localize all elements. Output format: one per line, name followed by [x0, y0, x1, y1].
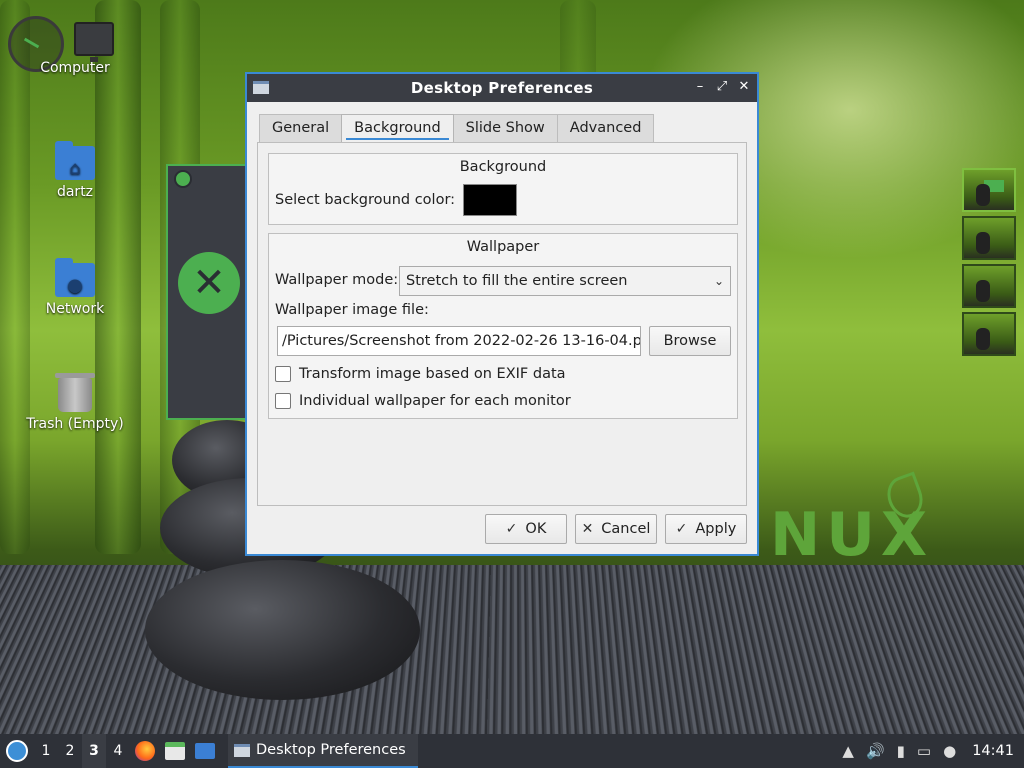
titlebar[interactable]: Desktop Preferences – ⤢ ✕: [247, 74, 757, 102]
clipboard-icon[interactable]: ▮: [897, 742, 905, 760]
color-label: Select background color:: [275, 192, 456, 208]
app-logo-icon: [174, 170, 192, 188]
wallpaper-mode-label: Wallpaper mode:: [275, 272, 399, 288]
window-title: Desktop Preferences: [410, 79, 594, 97]
tab-advanced[interactable]: Advanced: [556, 114, 655, 142]
desktop-preferences-dialog: Desktop Preferences – ⤢ ✕ General Backgr…: [245, 72, 759, 556]
background-color-button[interactable]: [463, 184, 518, 216]
desktop-icon-label: Computer: [40, 60, 110, 76]
updates-icon[interactable]: ▲: [842, 742, 854, 760]
window-app-icon: [234, 743, 250, 757]
notification-icon[interactable]: ●: [943, 742, 956, 760]
background-group: Background Select background color:: [268, 153, 738, 225]
close-icon[interactable]: ✕: [737, 79, 751, 95]
chevron-down-icon: ⌄: [713, 274, 724, 288]
network-folder-icon: ●: [55, 258, 95, 297]
workspace-3[interactable]: 3: [82, 734, 106, 768]
desktop-icon: [195, 743, 215, 759]
tab-bar: General Background Slide Show Advanced: [259, 114, 655, 142]
system-tray: ▲ 🔊 ▮ ▭ ● 14:41: [842, 742, 1024, 760]
desktop-icon-trash[interactable]: Trash (Empty): [20, 373, 130, 432]
workspace-2[interactable]: 2: [58, 743, 82, 759]
desktop-icon-label: Network: [45, 301, 105, 317]
cancel-button[interactable]: ✕ Cancel: [575, 514, 657, 544]
checkmark-icon: ✓: [675, 521, 688, 537]
desktop-icon-label: dartz: [56, 184, 94, 200]
taskbar: 1 2 3 4 Desktop Preferences ▲ 🔊 ▮ ▭ ● 14…: [0, 734, 1024, 768]
wallpaper-mode-value: Stretch to fill the entire screen: [406, 273, 628, 289]
per-monitor-label: Individual wallpaper for each monitor: [299, 393, 571, 409]
background-tab-panel: Background Select background color: Wall…: [257, 142, 747, 506]
maximize-icon[interactable]: ⤢: [715, 79, 729, 95]
show-desktop-button[interactable]: [191, 737, 219, 765]
apply-label: Apply: [695, 521, 737, 537]
wallpaper-group: Wallpaper Wallpaper mode: Stretch to fil…: [268, 233, 738, 419]
workspace-thumbnails: [962, 168, 1016, 360]
clock[interactable]: 14:41: [972, 743, 1014, 759]
background-window: ✕: [166, 164, 248, 420]
computer-icon: [74, 22, 114, 62]
firefox-icon: [135, 741, 155, 761]
desktop-icon-computer[interactable]: Computer: [20, 22, 130, 76]
cross-icon: ✕: [581, 521, 594, 537]
exif-label: Transform image based on EXIF data: [299, 366, 566, 382]
file-manager-icon: [165, 742, 185, 760]
wallpaper-brand-text: NUX: [770, 500, 934, 570]
per-monitor-checkbox[interactable]: [275, 393, 291, 409]
network-icon[interactable]: ▭: [917, 742, 931, 760]
wallpaper-file-value: /Pictures/Screenshot from 2022-02-26 13-…: [282, 333, 641, 349]
tab-general[interactable]: General: [259, 114, 343, 142]
window-app-icon: [253, 81, 269, 94]
desktop-icon-network[interactable]: ● Network: [20, 258, 130, 317]
task-label: Desktop Preferences: [256, 742, 406, 758]
tab-background[interactable]: Background: [341, 114, 454, 142]
cancel-label: Cancel: [601, 521, 651, 537]
apply-button[interactable]: ✓ Apply: [665, 514, 747, 544]
desktop-icon-home[interactable]: ⌂ dartz: [20, 141, 130, 200]
workspace-4[interactable]: 4: [106, 743, 130, 759]
ok-label: OK: [525, 521, 547, 537]
group-title: Wallpaper: [466, 239, 540, 255]
wallpaper-stone: [145, 560, 420, 700]
trash-icon: [55, 373, 95, 412]
desktop-icon-label: Trash (Empty): [26, 416, 124, 432]
workspace-thumbnail[interactable]: [962, 168, 1016, 212]
firefox-launcher[interactable]: [131, 737, 159, 765]
wallpaper-file-label: Wallpaper image file:: [275, 302, 429, 318]
file-manager-launcher[interactable]: [161, 737, 189, 765]
wallpaper-file-input[interactable]: /Pictures/Screenshot from 2022-02-26 13-…: [277, 326, 641, 356]
group-title: Background: [459, 159, 547, 175]
checkmark-icon: ✓: [505, 521, 518, 537]
volume-icon[interactable]: 🔊: [866, 742, 885, 760]
wallpaper-mode-select[interactable]: Stretch to fill the entire screen ⌄: [399, 266, 731, 296]
start-menu-button[interactable]: [0, 734, 34, 768]
browse-button[interactable]: Browse: [649, 326, 731, 356]
close-circle-icon: ✕: [178, 252, 240, 314]
task-desktop-preferences[interactable]: Desktop Preferences: [228, 734, 418, 768]
workspace-thumbnail[interactable]: [962, 216, 1016, 260]
workspace-1[interactable]: 1: [34, 743, 58, 759]
workspace-thumbnail[interactable]: [962, 312, 1016, 356]
minimize-icon[interactable]: –: [693, 79, 707, 95]
distro-logo-icon: [6, 740, 28, 762]
exif-checkbox[interactable]: [275, 366, 291, 382]
workspace-thumbnail[interactable]: [962, 264, 1016, 308]
ok-button[interactable]: ✓ OK: [485, 514, 567, 544]
home-folder-icon: ⌂: [55, 141, 95, 180]
tab-slide-show[interactable]: Slide Show: [452, 114, 558, 142]
dialog-button-row: ✓ OK ✕ Cancel ✓ Apply: [485, 514, 747, 544]
